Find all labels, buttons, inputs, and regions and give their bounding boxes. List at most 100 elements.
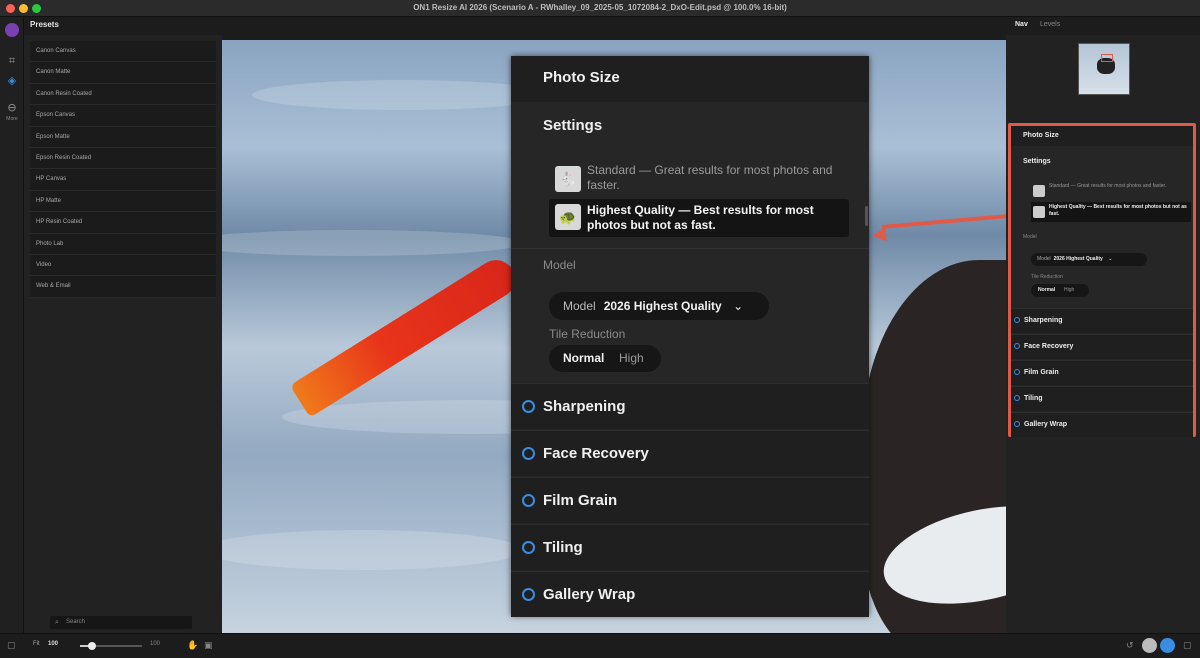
model-dropdown[interactable]: Model 2026 Highest Quality ⌄	[549, 292, 769, 320]
section-toggle-icon[interactable]	[1014, 421, 1020, 427]
undo-icon[interactable]: ↺	[1126, 640, 1134, 651]
section-gallery-wrap[interactable]: Gallery Wrap	[511, 571, 869, 617]
section-toggle-icon[interactable]	[522, 447, 535, 460]
section-toggle-icon[interactable]	[522, 588, 535, 601]
rabbit-icon: 🐇	[555, 166, 581, 192]
chevron-down-icon: ⌄	[733, 299, 744, 313]
rp-model-value: 2026 Highest Quality	[1053, 256, 1103, 262]
navigator-thumbnail[interactable]	[1078, 43, 1130, 95]
presets-tabbar: Presets	[24, 17, 222, 35]
preset-item[interactable]: HP Canvas	[30, 169, 216, 191]
preset-item[interactable]: Web & Email	[30, 276, 216, 298]
callout-panel: Photo Size Settings 🐇 Standard — Great r…	[511, 56, 869, 617]
zoom-max: 100	[150, 641, 161, 647]
zoom-slider-knob[interactable]	[88, 642, 97, 650]
section-toggle-icon[interactable]	[1014, 343, 1020, 349]
panel-right-toggle-icon[interactable]: ▢	[1183, 640, 1192, 651]
section-toggle-icon[interactable]	[522, 400, 535, 413]
rp-tile-high-option[interactable]: High	[1064, 284, 1074, 297]
tile-reduction-label: Tile Reduction	[549, 327, 626, 341]
section-toggle-icon[interactable]	[522, 541, 535, 554]
done-circle-button[interactable]	[1160, 638, 1175, 653]
rp-standard-option[interactable]: Standard — Great results for most photos…	[1031, 181, 1191, 199]
rp-photo-size-header[interactable]: Photo Size	[1011, 126, 1193, 146]
panel-toggle-icon[interactable]: ▢	[7, 640, 16, 651]
preset-item[interactable]: Photo Lab	[30, 234, 216, 255]
nav-tabs: Nav Levels	[1006, 17, 1200, 35]
preset-item[interactable]: Epson Matte	[30, 127, 216, 148]
rabbit-icon	[1033, 185, 1045, 197]
tool-strip: ⌗ ◈ ⊖ More	[0, 17, 24, 633]
rp-section-tiling[interactable]: Tiling	[1011, 386, 1193, 411]
section-label: Gallery Wrap	[543, 586, 636, 603]
resize-tool-icon[interactable]: ◈	[4, 73, 20, 89]
rp-section-sharpening[interactable]: Sharpening	[1011, 308, 1193, 333]
rp-photo-size-title: Photo Size	[1023, 132, 1059, 139]
section-film-grain[interactable]: Film Grain	[511, 477, 869, 523]
preset-item[interactable]: Canon Matte	[30, 62, 216, 84]
rp-section-film-grain[interactable]: Film Grain	[1011, 360, 1193, 385]
model-value: 2026 Highest Quality	[603, 299, 722, 313]
section-toggle-icon[interactable]	[1014, 369, 1020, 375]
section-sharpening[interactable]: Sharpening	[511, 383, 869, 429]
rp-section-label: Gallery Wrap	[1024, 421, 1068, 428]
preset-item[interactable]: Canon Canvas	[30, 41, 216, 63]
standard-option-text: Standard — Great results for most photos…	[587, 163, 833, 192]
tile-normal-option[interactable]: Normal	[563, 345, 604, 372]
cancel-circle-button[interactable]	[1142, 638, 1157, 653]
highest-quality-option[interactable]: 🐢 Highest Quality — Best results for mos…	[549, 199, 849, 237]
zoom-slider[interactable]	[80, 642, 142, 650]
crop-tool-icon[interactable]: ⌗	[4, 53, 20, 69]
model-label: Model	[563, 299, 596, 313]
more-label: More	[6, 116, 18, 122]
section-label: Film Grain	[543, 492, 618, 509]
rp-section-gallery-wrap[interactable]: Gallery Wrap	[1011, 412, 1193, 437]
preset-item[interactable]: HP Resin Coated	[30, 212, 216, 234]
tile-high-option[interactable]: High	[619, 345, 644, 372]
divider	[511, 248, 869, 249]
bottom-bar: ▢ Fit 100 100 ✋ ▣ ↺ ▢	[0, 633, 1200, 658]
tab-nav[interactable]: Nav	[1015, 21, 1028, 28]
rp-tile-reduction-toggle: Normal High	[1031, 284, 1089, 297]
panel-scrollbar[interactable]	[865, 206, 868, 226]
hand-icon[interactable]: ✋	[187, 640, 198, 651]
section-toggle-icon[interactable]	[522, 494, 535, 507]
section-face-recovery[interactable]: Face Recovery	[511, 430, 869, 476]
rp-highest-quality-text: Highest Quality — Best results for most …	[1049, 204, 1187, 217]
standard-option[interactable]: 🐇 Standard — Great results for most phot…	[549, 161, 849, 195]
section-tiling[interactable]: Tiling	[511, 524, 869, 570]
tab-presets[interactable]: Presets	[30, 20, 59, 29]
window-title: ON1 Resize AI 2026 (Scenario A - RWhalle…	[413, 3, 787, 12]
water-ripple	[222, 530, 522, 570]
photo-size-header[interactable]: Photo Size	[511, 56, 869, 102]
turtle-icon	[1033, 206, 1045, 218]
section-toggle-icon[interactable]	[1014, 395, 1020, 401]
section-toggle-icon[interactable]	[1014, 317, 1020, 323]
search-icon: ⌕	[55, 619, 59, 626]
thumbnail-view-rect[interactable]	[1101, 54, 1113, 62]
zoom-value[interactable]: 100	[48, 641, 58, 647]
preset-item[interactable]: HP Matte	[30, 191, 216, 213]
rp-section-face-recovery[interactable]: Face Recovery	[1011, 334, 1193, 359]
rp-tile-reduction-label: Tile Reduction	[1031, 274, 1063, 280]
fit-label[interactable]: Fit	[33, 641, 40, 647]
app-logo-icon	[5, 23, 19, 37]
preset-item[interactable]: Canon Resin Coated	[30, 84, 216, 106]
rp-highest-quality-option[interactable]: Highest Quality — Best results for most …	[1031, 202, 1191, 222]
rp-model-dropdown[interactable]: Model 2026 Highest Quality ⌄	[1031, 253, 1147, 266]
more-tool-icon[interactable]: ⊖	[4, 100, 20, 116]
rp-tile-normal-option[interactable]: Normal	[1038, 284, 1055, 297]
rp-model-header: Model	[1023, 234, 1037, 240]
preset-search-input[interactable]: ⌕ Search	[50, 616, 192, 629]
rp-standard-text: Standard — Great results for most photos…	[1049, 183, 1167, 189]
preset-item[interactable]: Video	[30, 255, 216, 277]
compare-icon[interactable]: ▣	[204, 640, 213, 651]
preset-item[interactable]: Epson Canvas	[30, 105, 216, 127]
water-ripple	[252, 80, 552, 110]
section-label: Tiling	[543, 539, 583, 556]
tab-levels[interactable]: Levels	[1040, 21, 1060, 28]
presets-panel: Presets Canon Canvas Canon Matte Canon Res…	[24, 17, 222, 633]
preset-item[interactable]: Epson Resin Coated	[30, 148, 216, 170]
preset-list: Canon Canvas Canon Matte Canon Resin Coate…	[30, 41, 216, 298]
section-label: Face Recovery	[543, 445, 649, 462]
